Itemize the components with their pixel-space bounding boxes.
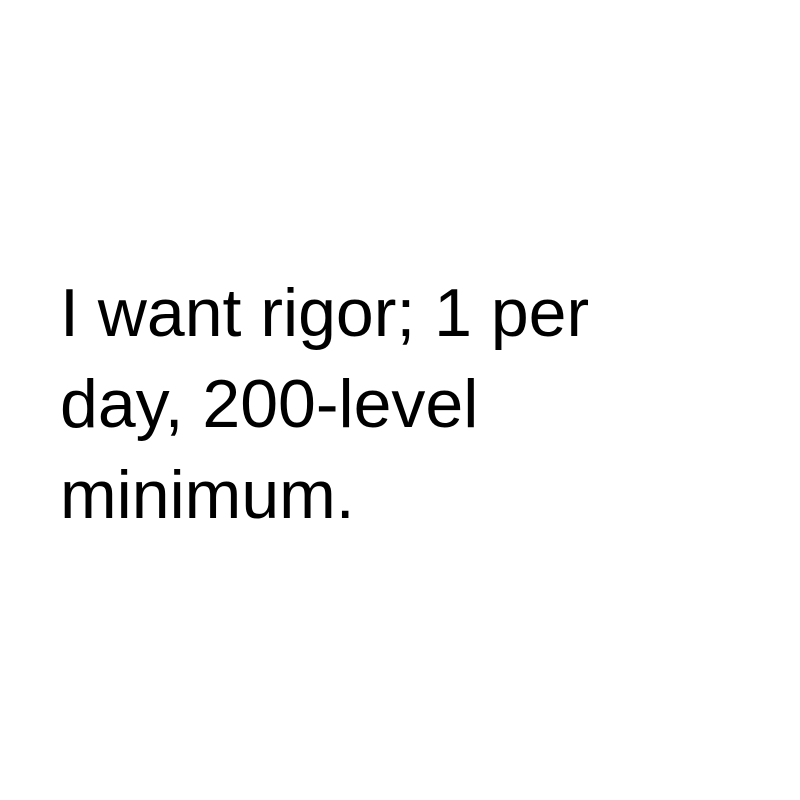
page: I want rigor; 1 per day, 200-level minim… [0, 0, 800, 800]
message-line-3: minimum. [60, 457, 355, 533]
message-line-2: day, 200-level [60, 366, 479, 442]
message-line-1: I want rigor; 1 per [60, 275, 590, 351]
message-text: I want rigor; 1 per day, 200-level minim… [60, 268, 740, 541]
